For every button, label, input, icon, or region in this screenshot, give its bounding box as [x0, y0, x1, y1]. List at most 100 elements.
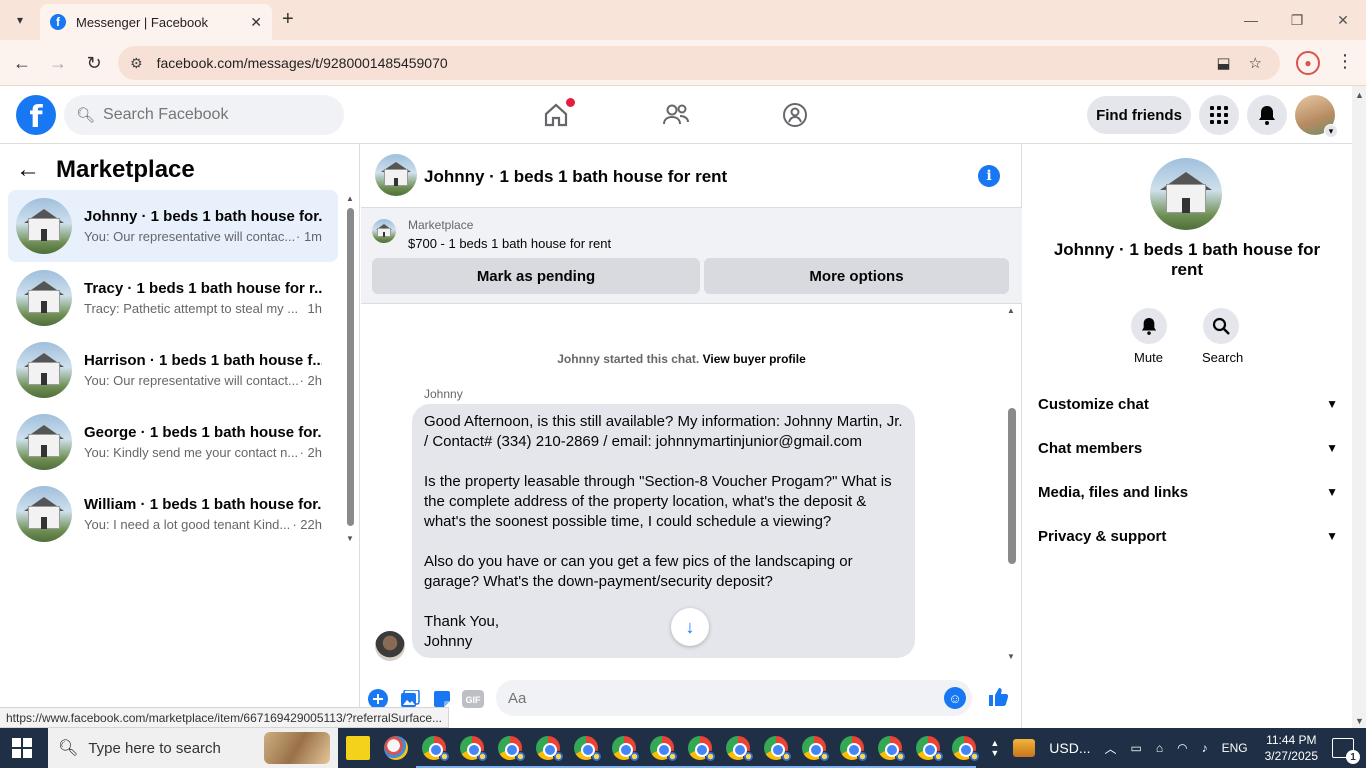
search-conversation-button[interactable]: Search [1202, 308, 1243, 365]
message-composer: GIF ☺ [361, 674, 1022, 722]
address-bar[interactable]: ⚙ facebook.com/messages/t/92800014854590… [118, 46, 1280, 80]
battery-icon[interactable]: ▭ [1131, 741, 1142, 755]
scroll-up-arrow-icon[interactable]: ▲ [1355, 90, 1364, 100]
scroll-up-arrow-icon[interactable]: ▲ [346, 194, 354, 203]
wifi-icon[interactable]: ◠ [1177, 741, 1187, 755]
find-friends-button[interactable]: Find friends [1087, 96, 1191, 134]
customize-chat-section[interactable]: Customize chat ▼ [1038, 384, 1338, 424]
scrollbar-thumb[interactable] [347, 208, 354, 526]
conversation-item[interactable]: George · 1 beds 1 bath house for... You:… [8, 406, 338, 478]
media-files-links-section[interactable]: Media, files and links ▼ [1038, 472, 1338, 512]
facebook-favicon-icon: f [50, 14, 66, 30]
friends-icon[interactable] [661, 100, 691, 130]
mute-button[interactable]: Mute [1130, 308, 1167, 365]
chrome-profile-icon[interactable] [688, 736, 716, 762]
taskbar-clock[interactable]: 11:44 PM 3/27/2025 [1265, 732, 1318, 764]
browser-tab[interactable]: f Messenger | Facebook ✕ [40, 4, 272, 40]
chrome-profile-icon[interactable] [764, 736, 792, 762]
privacy-support-section[interactable]: Privacy & support ▼ [1038, 516, 1338, 556]
emoji-icon[interactable]: ☺ [944, 687, 966, 709]
chrome-profile-icon[interactable] [460, 736, 488, 762]
chrome-profile-icon[interactable] [840, 736, 868, 762]
listing-thumbnail[interactable] [372, 219, 396, 243]
scroll-down-arrow-icon[interactable]: ▼ [1355, 716, 1364, 726]
chrome-profile-icon[interactable] [802, 736, 830, 762]
paint-icon[interactable] [384, 736, 408, 760]
scroll-to-bottom-button[interactable]: ↓ [671, 608, 709, 646]
sticky-notes-icon[interactable] [346, 736, 370, 760]
notifications-bell-icon[interactable] [1247, 95, 1287, 135]
close-window-icon[interactable]: ✕ [1320, 0, 1366, 40]
sidebar-scrollbar[interactable]: ▲ ▼ [346, 194, 354, 544]
chat-profile-avatar[interactable] [1150, 158, 1222, 230]
chat-header: Johnny · 1 beds 1 bath house for rent i [361, 144, 1022, 208]
chat-title[interactable]: Johnny · 1 beds 1 bath house for rent [424, 167, 727, 187]
language-indicator[interactable]: ENG [1222, 741, 1248, 755]
browser-profile-icon[interactable]: ● [1296, 51, 1320, 75]
show-hidden-icons-icon[interactable]: ︿ [1105, 740, 1117, 757]
chrome-profile-icon[interactable] [650, 736, 678, 762]
groups-icon[interactable] [780, 100, 810, 130]
chrome-profile-icon[interactable] [952, 736, 980, 762]
scroll-up-arrow-icon[interactable]: ▲ [1007, 306, 1015, 315]
scroll-down-arrow-icon[interactable]: ▼ [1007, 652, 1015, 661]
chrome-profile-icon[interactable] [612, 736, 640, 762]
scrollbar-thumb[interactable] [1008, 408, 1016, 564]
more-options-button[interactable]: More options [704, 258, 1009, 294]
facebook-logo-icon[interactable]: f [16, 95, 56, 135]
install-app-icon[interactable]: ⬓ [1216, 54, 1230, 72]
thumbs-up-icon[interactable] [987, 686, 1009, 708]
listing-avatar [16, 486, 72, 542]
info-icon[interactable]: i [978, 165, 1000, 187]
currency-widget-icon[interactable] [1013, 739, 1036, 757]
reload-icon[interactable]: ↻ [82, 51, 106, 75]
conversation-item[interactable]: Harrison · 1 beds 1 bath house f... You:… [8, 334, 338, 406]
sender-avatar[interactable] [375, 631, 405, 661]
close-tab-icon[interactable]: ✕ [250, 14, 262, 31]
chat-members-section[interactable]: Chat members ▼ [1038, 428, 1338, 468]
conversation-item[interactable]: Tracy · 1 beds 1 bath house for r... Tra… [8, 262, 338, 334]
gif-icon[interactable]: GIF [462, 688, 484, 710]
browser-menu-icon[interactable]: ⋮ [1336, 51, 1354, 72]
action-center-icon[interactable]: 1 [1332, 738, 1360, 764]
facebook-search-input[interactable] [103, 106, 324, 124]
chrome-profile-icon[interactable] [498, 736, 526, 762]
new-tab-icon[interactable]: + [282, 8, 294, 31]
view-buyer-profile-link[interactable]: View buyer profile [703, 352, 806, 366]
forward-icon[interactable]: → [46, 51, 70, 75]
menu-grid-icon[interactable] [1199, 95, 1239, 135]
account-avatar[interactable]: ▾ [1295, 95, 1338, 138]
scroll-down-arrow-icon[interactable]: ▼ [346, 534, 354, 543]
chrome-profile-icon[interactable] [422, 736, 450, 762]
bookmark-star-icon[interactable]: ☆ [1249, 54, 1262, 72]
site-info-icon[interactable]: ⚙ [130, 55, 143, 72]
chrome-profile-icon[interactable] [916, 736, 944, 762]
chrome-profile-icon[interactable] [726, 736, 754, 762]
back-icon[interactable]: ← [10, 51, 34, 75]
message-input[interactable] [508, 689, 928, 707]
taskbar-search[interactable]: 🔍︎ Type here to search [48, 728, 338, 768]
tab-search-menu-icon[interactable]: ▾ [8, 8, 32, 32]
facebook-search[interactable]: 🔍︎ [64, 95, 344, 135]
message-input-field[interactable]: ☺ [496, 680, 972, 716]
message-scrollbar[interactable]: ▲ ▼ [1007, 304, 1017, 664]
windows-start-icon[interactable] [12, 738, 32, 758]
chat-listing-avatar[interactable] [375, 154, 417, 196]
home-icon[interactable] [541, 98, 575, 130]
mute-label: Mute [1134, 350, 1163, 365]
taskbar-scroll-icon[interactable]: ▲ ▼ [990, 738, 999, 758]
restore-icon[interactable]: ❐ [1274, 0, 1320, 40]
chrome-profile-icon[interactable] [878, 736, 906, 762]
volume-icon[interactable]: ♪ [1202, 741, 1208, 755]
chrome-profile-icon[interactable] [536, 736, 564, 762]
meet-now-icon[interactable]: ⌂ [1156, 741, 1163, 755]
conversation-item[interactable]: Johnny · 1 beds 1 bath house for... You:… [8, 190, 338, 262]
page-scrollbar[interactable]: ▲ ▼ [1352, 86, 1366, 728]
mark-as-pending-button[interactable]: Mark as pending [372, 258, 700, 294]
conversation-item[interactable]: William · 1 beds 1 bath house for... You… [8, 478, 338, 550]
chrome-profile-icon[interactable] [574, 736, 602, 762]
back-arrow-icon[interactable]: ← [16, 156, 40, 184]
minimize-icon[interactable]: — [1228, 0, 1274, 40]
currency-widget-text[interactable]: USD... [1049, 740, 1090, 756]
listing-price-title[interactable]: $700 - 1 beds 1 bath house for rent [408, 236, 611, 251]
